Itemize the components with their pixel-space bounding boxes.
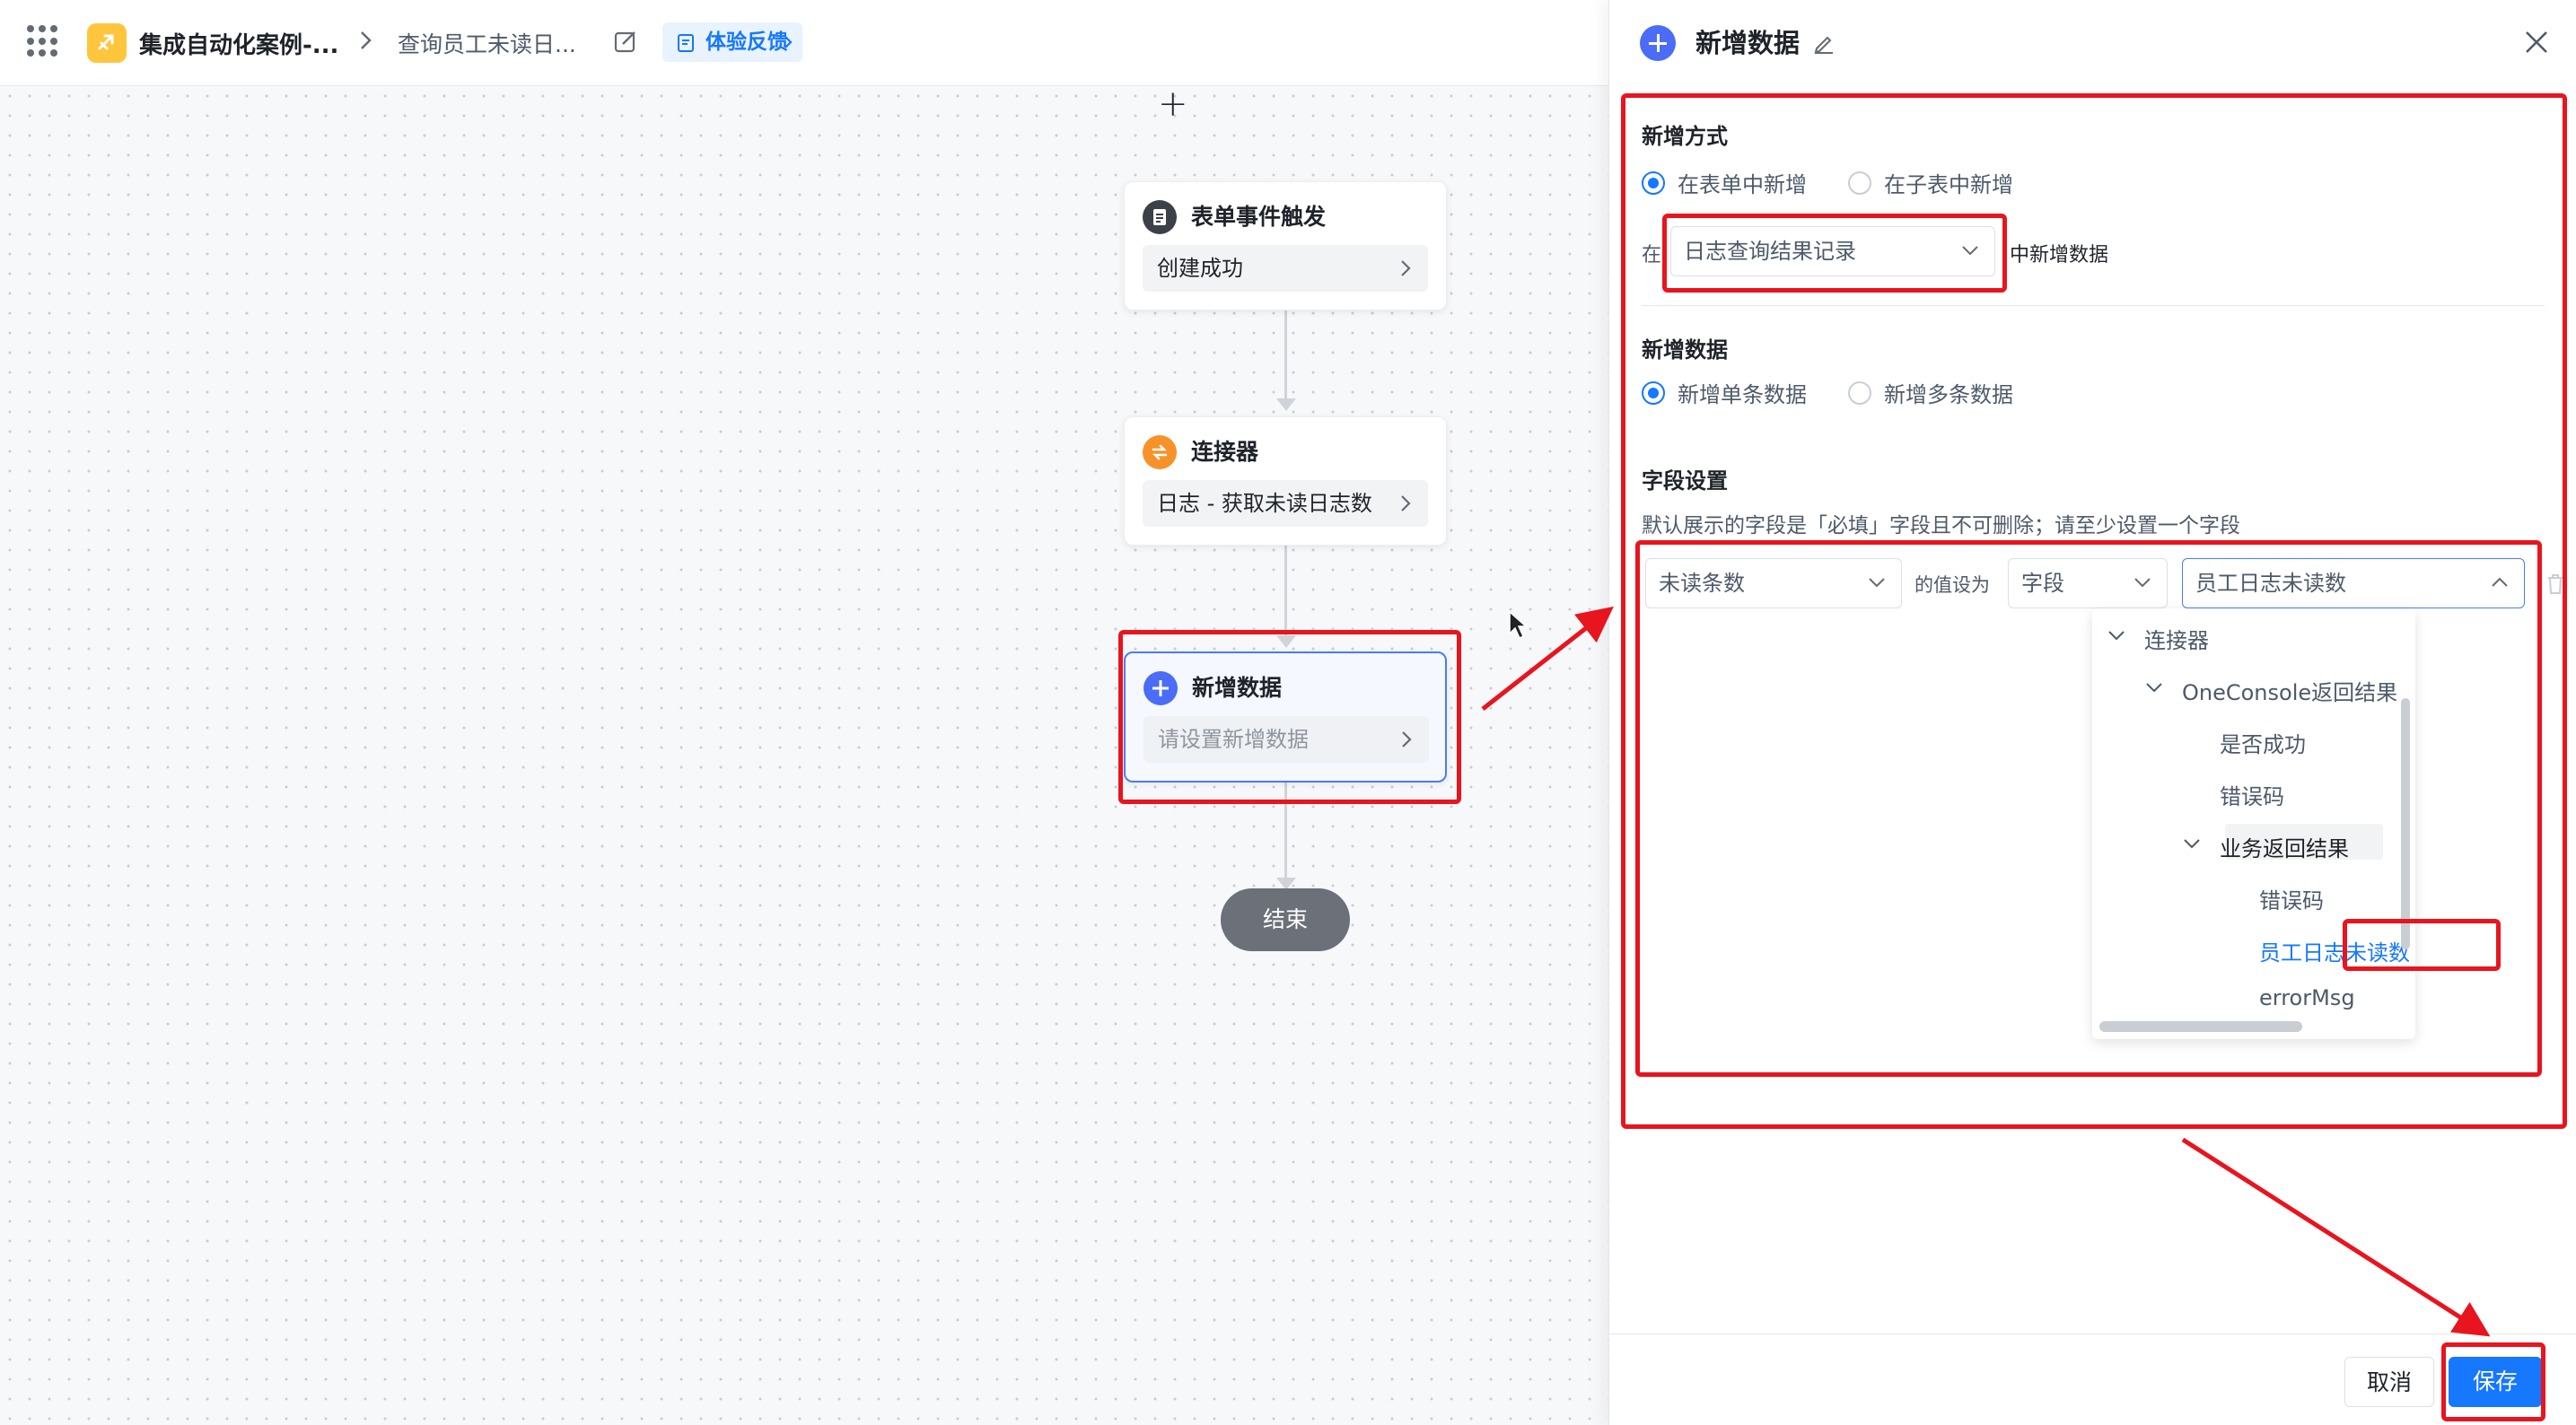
tree-item[interactable]: 业务返回结果 <box>2220 831 2349 862</box>
flow-connector <box>1284 782 1287 879</box>
mouse-cursor-icon <box>1509 610 1528 640</box>
node-title: 表单事件触发 <box>1191 204 1327 230</box>
radio-add-in-subform[interactable]: 在子表中新增 <box>1848 167 2013 198</box>
node-config-placeholder: 请设置新增数据 <box>1158 727 1309 752</box>
tree-item-selected[interactable]: 员工日志未读数 <box>2259 935 2410 966</box>
tree-item[interactable]: 连接器 <box>2144 623 2209 654</box>
radio-label: 在子表中新增 <box>1884 172 2013 197</box>
close-icon[interactable] <box>2523 29 2550 56</box>
flow-arrowhead <box>1276 398 1296 411</box>
node-add-data[interactable]: 新增数据 请设置新增数据 <box>1124 651 1447 782</box>
value-type-select[interactable]: 字段 <box>2008 558 2168 608</box>
field-settings-title: 字段设置 <box>1642 468 1728 494</box>
tree-item[interactable]: OneConsole返回结果 <box>2182 675 2397 706</box>
value-type-value: 字段 <box>2021 571 2064 596</box>
field-value: 未读条数 <box>1659 571 1745 596</box>
chevron-down-icon <box>2134 578 2151 588</box>
node-config-button[interactable]: 创建成功 <box>1143 245 1428 292</box>
footer-divider <box>1609 1333 2576 1334</box>
chevron-down-icon[interactable] <box>2182 836 2202 851</box>
radio-label: 新增多条数据 <box>1884 382 2013 407</box>
field-tree-dropdown[interactable]: 连接器 OneConsole返回结果 是否成功 错误码 业务返回结果 错误码 员… <box>2092 608 2415 1039</box>
edit-icon[interactable] <box>613 29 638 54</box>
radio-multiple-records[interactable]: 新增多条数据 <box>1848 377 2013 408</box>
radio-label: 新增单条数据 <box>1678 382 1807 407</box>
tree-item[interactable]: 错误码 <box>2220 779 2284 810</box>
add-node-icon[interactable]: + <box>1158 86 1188 122</box>
form-suffix: 中新增数据 <box>2010 244 2109 267</box>
top-bar: 集成自动化案例-... 查询员工未读日... 体验反馈 <box>0 0 1608 86</box>
radio-single-record[interactable]: 新增单条数据 <box>1642 377 1807 408</box>
field-select[interactable]: 未读条数 <box>1645 558 1902 608</box>
end-node[interactable]: 结束 <box>1221 888 1350 951</box>
node-form-trigger[interactable]: 表单事件触发 创建成功 <box>1124 181 1447 310</box>
chevron-right-icon <box>784 36 793 48</box>
chevron-down-icon[interactable] <box>2144 680 2164 695</box>
delete-icon[interactable] <box>2545 573 2565 596</box>
add-data-title: 新增数据 <box>1642 337 1728 363</box>
add-mode-title: 新增方式 <box>1642 124 1728 149</box>
chevron-down-icon <box>1962 246 1978 256</box>
chevron-right-icon <box>1401 495 1411 511</box>
flow-connector <box>1284 310 1287 400</box>
tree-item[interactable]: 是否成功 <box>2220 727 2306 758</box>
flow-connector <box>1284 546 1287 635</box>
breadcrumb-chevron-icon <box>361 31 372 49</box>
app-logo-icon <box>87 23 127 63</box>
target-form-select[interactable]: 日志查询结果记录 <box>1670 226 1995 276</box>
cancel-button[interactable]: 取消 <box>2344 1357 2434 1407</box>
node-config-label: 创建成功 <box>1157 256 1243 281</box>
rename-icon[interactable] <box>1812 31 1836 54</box>
value-field-select[interactable]: 员工日志未读数 <box>2182 558 2525 608</box>
target-form-value: 日志查询结果记录 <box>1684 239 1856 264</box>
radio-dot <box>1848 380 1871 405</box>
feedback-button[interactable]: 体验反馈 <box>662 22 802 62</box>
chevron-down-icon[interactable] <box>2107 628 2126 643</box>
side-panel: 新增数据 新增方式 在表单中新增 在子表中新增 在 日志查询结果记录 中新增数据… <box>1608 0 2576 1425</box>
chevron-right-icon <box>1402 731 1412 747</box>
form-trigger-icon <box>1143 200 1177 234</box>
form-prefix: 在 <box>1642 244 1662 267</box>
horizontal-scrollbar[interactable] <box>2099 1021 2302 1032</box>
value-field-value: 员工日志未读数 <box>2195 571 2346 596</box>
flow-arrowhead <box>1276 635 1296 648</box>
panel-title: 新增数据 <box>1695 28 1801 58</box>
tree-item[interactable]: 错误码 <box>2259 883 2324 914</box>
node-connector[interactable]: 连接器 日志 - 获取未读日志数 <box>1124 416 1447 546</box>
radio-dot <box>1642 380 1665 405</box>
vertical-scrollbar[interactable] <box>2401 698 2410 949</box>
radio-dot <box>1642 170 1665 195</box>
chevron-right-icon <box>1401 260 1411 276</box>
node-title: 连接器 <box>1191 439 1259 465</box>
radio-label: 在表单中新增 <box>1678 172 1807 197</box>
app-title[interactable]: 集成自动化案例-... <box>139 27 338 60</box>
add-data-icon <box>1143 671 1178 705</box>
feedback-label: 体验反馈 <box>705 31 788 54</box>
feedback-icon <box>678 34 694 52</box>
tree-item[interactable]: errorMsg <box>2259 985 2355 1010</box>
node-title: 新增数据 <box>1192 675 1283 701</box>
app-grid-icon[interactable] <box>27 25 59 57</box>
node-config-button[interactable]: 请设置新增数据 <box>1143 716 1429 763</box>
value-set-label: 的值设为 <box>1914 574 1990 596</box>
node-config-button[interactable]: 日志 - 获取未读日志数 <box>1143 480 1428 527</box>
breadcrumb-current[interactable]: 查询员工未读日... <box>398 27 576 59</box>
connector-icon <box>1143 435 1177 469</box>
chevron-down-icon <box>1869 578 1885 588</box>
radio-dot <box>1848 170 1871 195</box>
radio-add-in-form[interactable]: 在表单中新增 <box>1642 167 1807 198</box>
node-config-label: 日志 - 获取未读日志数 <box>1157 491 1372 516</box>
add-data-icon <box>1640 25 1676 61</box>
section-divider <box>1642 305 2545 306</box>
save-button[interactable]: 保存 <box>2449 1357 2542 1407</box>
field-settings-description: 默认展示的字段是「必填」字段且不可删除；请至少设置一个字段 <box>1642 514 2240 538</box>
chevron-up-icon <box>2492 577 2508 587</box>
